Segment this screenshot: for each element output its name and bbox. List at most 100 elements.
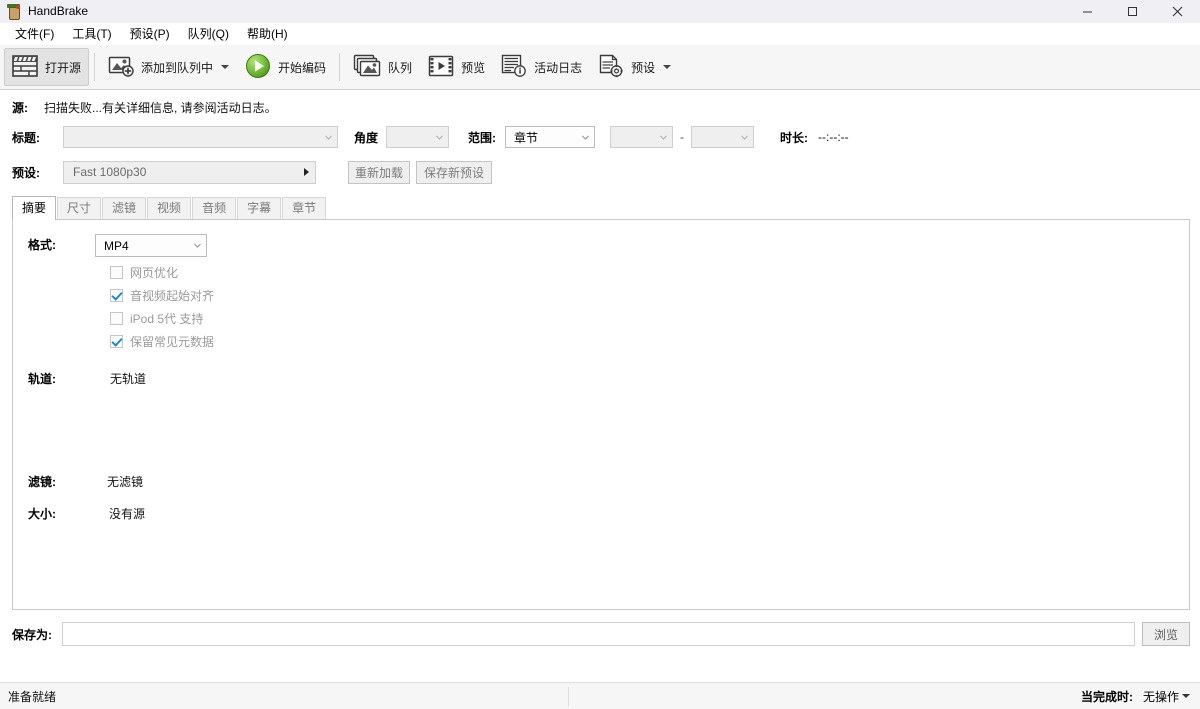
save-as-label: 保存为:: [12, 626, 52, 643]
filters-value: 无滤镜: [107, 473, 143, 490]
source-status-text: 扫描失败...有关详细信息, 请参阅活动日志。: [44, 99, 277, 116]
chevron-down-icon[interactable]: [663, 65, 671, 69]
tab-bar: 摘要 尺寸 滤镜 视频 音频 字幕 章节: [12, 195, 1200, 219]
checkbox-box: [110, 289, 123, 302]
tracks-row: 轨道: 无轨道: [13, 370, 1189, 387]
save-as-row: 保存为: 浏览: [0, 620, 1200, 648]
angle-label: 角度: [354, 129, 378, 146]
passthru-metadata-label: 保留常见元数据: [130, 333, 214, 350]
add-to-queue-button[interactable]: 添加到队列中: [100, 48, 237, 86]
tab-audio[interactable]: 音频: [192, 197, 236, 219]
activity-log-button[interactable]: 活动日志: [493, 48, 590, 86]
chapter-end-dropdown[interactable]: [691, 126, 754, 148]
menu-file[interactable]: 文件(F): [6, 24, 63, 44]
activity-log-label: 活动日志: [534, 59, 582, 76]
filters-row: 滤镜: 无滤镜: [13, 473, 1189, 490]
menu-help[interactable]: 帮助(H): [238, 24, 297, 44]
tab-chapters[interactable]: 章节: [282, 197, 326, 219]
tab-filters[interactable]: 滤镜: [102, 197, 146, 219]
tab-summary[interactable]: 摘要: [12, 196, 56, 220]
presets-gear-document-icon: [598, 54, 624, 81]
angle-dropdown[interactable]: [386, 126, 449, 148]
align-av-start-checkbox[interactable]: 音视频起始对齐: [110, 284, 1189, 307]
open-source-label: 打开源: [45, 59, 81, 76]
preset-dropdown[interactable]: Fast 1080p30: [63, 161, 316, 184]
ipod-5g-support-label: iPod 5代 支持: [130, 310, 203, 327]
preview-button[interactable]: 预览: [420, 48, 493, 86]
preset-label: 预设:: [12, 164, 40, 181]
duration-value: --:--:--: [818, 130, 849, 144]
maximize-icon[interactable]: [1110, 0, 1155, 22]
title-angle-range-row: 标题: 角度 范围: 章节 - 时长: --:--:--: [0, 122, 1200, 152]
browse-button-label: 浏览: [1154, 626, 1178, 643]
checkbox-box: [110, 335, 123, 348]
start-encode-label: 开始编码: [278, 59, 326, 76]
status-bar: 准备就绪 当完成时: 无操作: [0, 682, 1200, 709]
chevron-down-icon: [435, 133, 444, 142]
save-new-preset-button[interactable]: 保存新预设: [416, 161, 492, 184]
format-options-group: 网页优化 音视频起始对齐 iPod 5代 支持 保留常见元数据: [110, 261, 1189, 353]
passthru-metadata-checkbox[interactable]: 保留常见元数据: [110, 330, 1189, 353]
toolbar-separator-2: [339, 53, 340, 81]
chapter-range-dash: -: [680, 130, 684, 144]
activity-log-icon: [501, 54, 527, 81]
range-type-dropdown[interactable]: 章节: [505, 126, 595, 148]
window-title: HandBrake: [28, 0, 88, 22]
chevron-down-icon[interactable]: [221, 65, 229, 69]
chevron-down-icon: [324, 133, 333, 142]
chapter-start-dropdown[interactable]: [610, 126, 673, 148]
window-controls: [1065, 0, 1200, 22]
play-icon: [245, 53, 271, 82]
menu-tools[interactable]: 工具(T): [63, 24, 120, 44]
align-av-start-label: 音视频起始对齐: [130, 287, 214, 304]
queue-label: 队列: [388, 59, 412, 76]
web-optimized-label: 网页优化: [130, 264, 178, 281]
menu-queue[interactable]: 队列(Q): [179, 24, 238, 44]
handbrake-icon: [6, 3, 22, 19]
source-label: 源:: [12, 99, 28, 116]
format-dropdown-value: MP4: [104, 239, 189, 253]
save-as-input[interactable]: [62, 622, 1135, 646]
checkbox-box: [110, 266, 123, 279]
format-row: 格式: MP4: [13, 234, 1189, 257]
toolbar: 打开源 添加到队列中: [0, 45, 1200, 90]
when-done-group[interactable]: 当完成时: 无操作: [1081, 688, 1200, 705]
tab-dimensions[interactable]: 尺寸: [57, 197, 101, 219]
web-optimized-checkbox[interactable]: 网页优化: [110, 261, 1189, 284]
tab-subtitles[interactable]: 字幕: [237, 197, 281, 219]
tracks-label: 轨道:: [13, 370, 95, 387]
title-bar: HandBrake: [0, 0, 1200, 23]
filters-label: 滤镜:: [13, 473, 95, 490]
when-done-value: 无操作: [1143, 688, 1179, 705]
film-clapper-icon: [12, 54, 38, 81]
status-separator: [568, 687, 569, 706]
tracks-value: 无轨道: [110, 370, 146, 387]
queue-button[interactable]: 队列: [345, 48, 420, 86]
minimize-icon[interactable]: [1065, 0, 1110, 22]
size-row: 大小: 没有源: [13, 505, 1189, 522]
format-dropdown[interactable]: MP4: [95, 234, 207, 257]
when-done-label: 当完成时:: [1081, 688, 1133, 705]
presets-button[interactable]: 预设: [590, 48, 679, 86]
title-dropdown[interactable]: [63, 126, 338, 148]
summary-panel: 格式: MP4 网页优化 音视频起始对齐 iPod 5代 支持 保留常见元数据 …: [12, 219, 1190, 610]
reload-preset-button[interactable]: 重新加载: [348, 161, 410, 184]
presets-label: 预设: [631, 59, 655, 76]
start-encode-button[interactable]: 开始编码: [237, 48, 334, 86]
close-icon[interactable]: [1155, 0, 1200, 22]
duration-label: 时长:: [780, 129, 808, 146]
chevron-down-icon: [193, 241, 202, 250]
tab-video[interactable]: 视频: [147, 197, 191, 219]
range-label: 范围:: [468, 129, 496, 146]
chevron-down-icon[interactable]: [1182, 694, 1190, 698]
status-text: 准备就绪: [0, 688, 56, 705]
open-source-button[interactable]: 打开源: [4, 48, 89, 86]
range-type-value: 章节: [514, 129, 577, 146]
menu-presets[interactable]: 预设(P): [121, 24, 179, 44]
add-to-queue-icon: [108, 55, 134, 80]
preview-label: 预览: [461, 59, 485, 76]
size-value: 没有源: [109, 505, 145, 522]
browse-button[interactable]: 浏览: [1142, 622, 1190, 646]
toolbar-separator-1: [94, 53, 95, 81]
ipod-5g-support-checkbox[interactable]: iPod 5代 支持: [110, 307, 1189, 330]
